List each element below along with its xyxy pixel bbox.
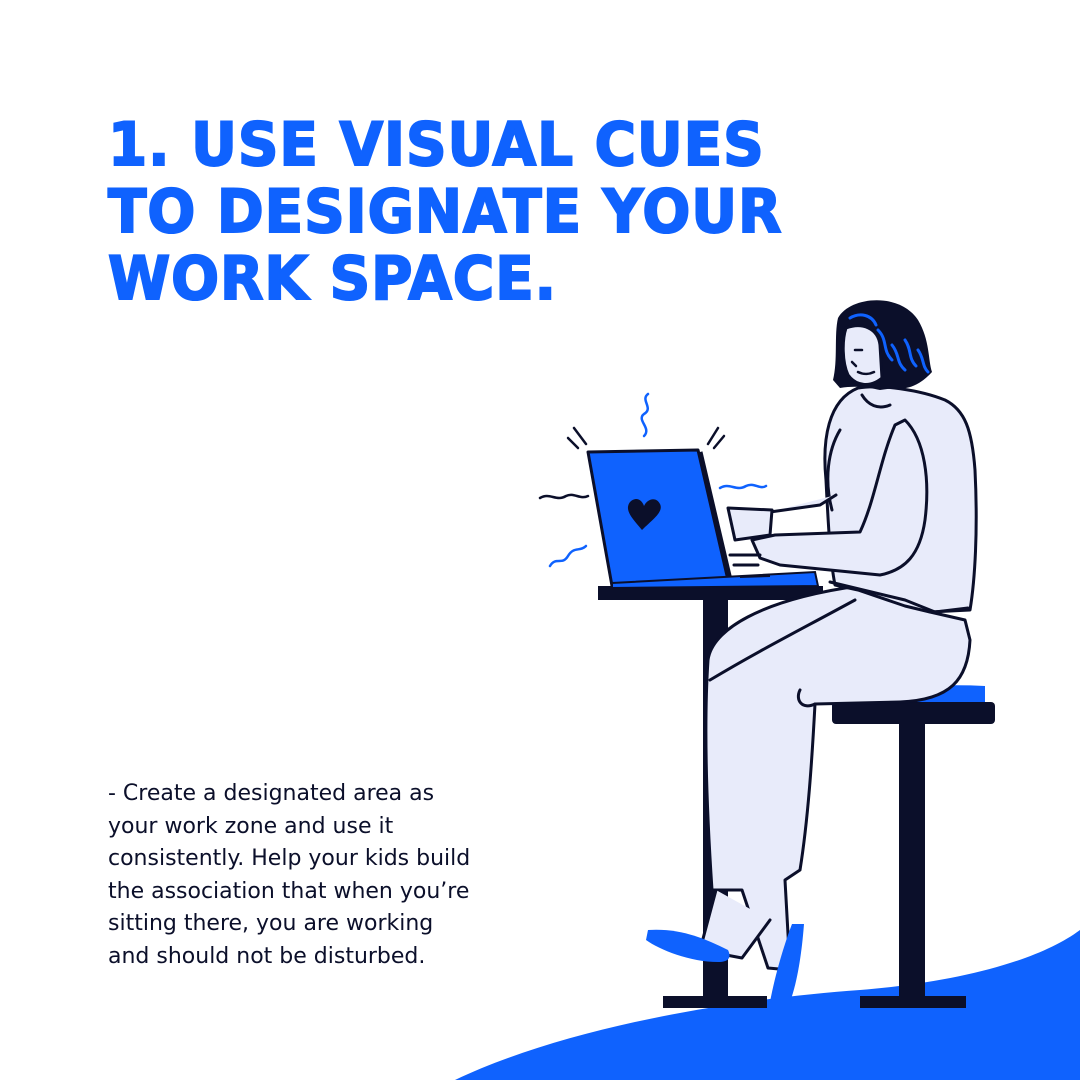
laptop <box>586 448 820 590</box>
woman-at-laptop-illustration <box>455 300 1080 1080</box>
stool <box>832 685 995 1008</box>
head <box>833 300 932 390</box>
slide: 1. USE VISUAL CUES TO DESIGNATE YOUR WOR… <box>0 0 1080 1080</box>
legs <box>698 584 972 972</box>
